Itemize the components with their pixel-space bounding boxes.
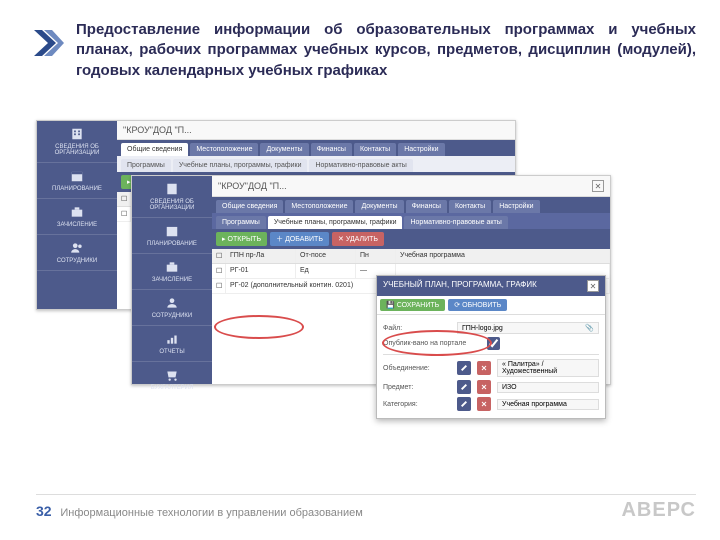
- tab-acts[interactable]: Нормативно-правовые акты: [309, 159, 412, 172]
- sidebar-label-plan: ПЛАНИРОВАНИЕ: [52, 186, 102, 192]
- footer-text: Информационные технологии в управлении о…: [60, 507, 362, 519]
- sidebar-item-acct[interactable]: БУХГАЛТЕРИЯ: [132, 362, 212, 398]
- sidebar-label-staff: СОТРУДНИКИ: [57, 258, 97, 264]
- grid-header: ☐ ГПН пр-Ла От-посе Пн Учебная программа: [212, 249, 610, 264]
- tab-documents-2[interactable]: Документы: [355, 200, 403, 213]
- row-subject: Предмет: ИЗО: [383, 380, 599, 394]
- tab-programs-2[interactable]: Программы: [216, 216, 266, 229]
- tab-plans[interactable]: Учебные планы, программы, графики: [173, 159, 308, 172]
- tabs-primary: Общие сведения Местоположение Документы …: [117, 140, 515, 156]
- col-check: ☐: [117, 192, 131, 206]
- tab-location[interactable]: Местоположение: [190, 143, 258, 156]
- building-icon: [163, 182, 181, 196]
- tab-documents[interactable]: Документы: [260, 143, 308, 156]
- tab-contacts[interactable]: Контакты: [354, 143, 396, 156]
- calendar-icon: [68, 169, 86, 183]
- clear-icon[interactable]: [477, 361, 491, 375]
- close-icon[interactable]: ✕: [592, 180, 604, 192]
- tab-location-2[interactable]: Местоположение: [285, 200, 353, 213]
- slide-chevron-icon: [30, 26, 64, 60]
- sidebar-item-enroll-2[interactable]: ЗАЧИСЛЕНИЕ: [132, 254, 212, 290]
- window-header: "КРОУ"ДОД "П...: [117, 121, 515, 140]
- open-button-2[interactable]: ▸ОТКРЫТЬ: [216, 232, 267, 246]
- briefcase-icon: [163, 260, 181, 274]
- tab-acts-2[interactable]: Нормативно-правовые акты: [404, 216, 507, 229]
- sidebar-item-org-2[interactable]: СВЕДЕНИЯ ОБ ОРГАНИЗАЦИИ: [132, 176, 212, 218]
- sidebar-item-enroll[interactable]: ЗАЧИСЛЕНИЕ: [37, 199, 117, 235]
- panel-close-icon[interactable]: ✕: [587, 280, 599, 292]
- sidebar-item-staff-2[interactable]: СОТРУДНИКИ: [132, 290, 212, 326]
- add-button-2[interactable]: ＋ДОБАВИТЬ: [270, 232, 329, 246]
- edit-icon[interactable]: [457, 397, 471, 411]
- clear-icon[interactable]: [477, 397, 491, 411]
- cart-icon: [163, 368, 181, 382]
- row-union: Объединение: « Палитра» /Художественный: [383, 359, 599, 377]
- panel-header: УЧЕБНЫЙ ПЛАН, ПРОГРАММА, ГРАФИК ✕: [377, 276, 605, 296]
- sidebar-label-enroll: ЗАЧИСЛЕНИЕ: [57, 222, 97, 228]
- tab-finance[interactable]: Финансы: [311, 143, 352, 156]
- highlight-circle-1: [214, 315, 304, 339]
- people-icon: [68, 241, 86, 255]
- sidebar-label-org: СВЕДЕНИЯ ОБ ОРГАНИЗАЦИИ: [39, 144, 115, 156]
- people-icon: [163, 296, 181, 310]
- chart-icon: [163, 332, 181, 346]
- window-header-2: "КРОУ"ДОД "П...✕: [212, 176, 610, 197]
- subject-value: ИЗО: [497, 382, 599, 393]
- panel-save-button[interactable]: 💾СОХРАНИТЬ: [380, 299, 445, 311]
- logo-avers: АВЕРС: [621, 499, 696, 522]
- category-value: Учебная программа: [497, 399, 599, 410]
- tab-plans-2[interactable]: Учебные планы, программы, графики: [268, 216, 403, 229]
- clear-icon[interactable]: [477, 380, 491, 394]
- tab-general[interactable]: Общие сведения: [121, 143, 188, 156]
- panel-refresh-button[interactable]: ⟳ОБНОВИТЬ: [448, 299, 507, 311]
- tab-programs[interactable]: Программы: [121, 159, 171, 172]
- sidebar-item-staff[interactable]: СОТРУДНИКИ: [37, 235, 117, 271]
- slide-title: Предоставление информации об образовател…: [76, 20, 696, 81]
- sidebar-item-org[interactable]: СВЕДЕНИЯ ОБ ОРГАНИЗАЦИИ: [37, 121, 117, 163]
- highlight-circle-2: [382, 330, 492, 356]
- briefcase-icon: [68, 205, 86, 219]
- tabs-secondary: Программы Учебные планы, программы, граф…: [117, 156, 515, 172]
- tab-finance-2[interactable]: Финансы: [406, 200, 447, 213]
- sidebar-item-reports[interactable]: ОТЧЕТЫ: [132, 326, 212, 362]
- building-icon: [68, 127, 86, 141]
- calendar-icon: [163, 224, 181, 238]
- file-value[interactable]: ГПН-logo.jpg📎: [457, 322, 599, 334]
- sidebar-item-plan[interactable]: ПЛАНИРОВАНИЕ: [37, 163, 117, 199]
- footer: 32 Информационные технологии в управлени…: [36, 494, 696, 522]
- tab-contacts-2[interactable]: Контакты: [449, 200, 491, 213]
- row-category: Категория: Учебная программа: [383, 397, 599, 411]
- union-value: « Палитра» /Художественный: [497, 359, 599, 377]
- tab-settings[interactable]: Настройки: [398, 143, 444, 156]
- page-number: 32: [36, 503, 52, 519]
- tab-general-2[interactable]: Общие сведения: [216, 200, 283, 213]
- sidebar-item-plan-2[interactable]: ПЛАНИРОВАНИЕ: [132, 218, 212, 254]
- delete-button-2[interactable]: ✕УДАЛИТЬ: [332, 232, 384, 246]
- edit-icon[interactable]: [457, 380, 471, 394]
- edit-icon[interactable]: [457, 361, 471, 375]
- tab-settings-2[interactable]: Настройки: [493, 200, 539, 213]
